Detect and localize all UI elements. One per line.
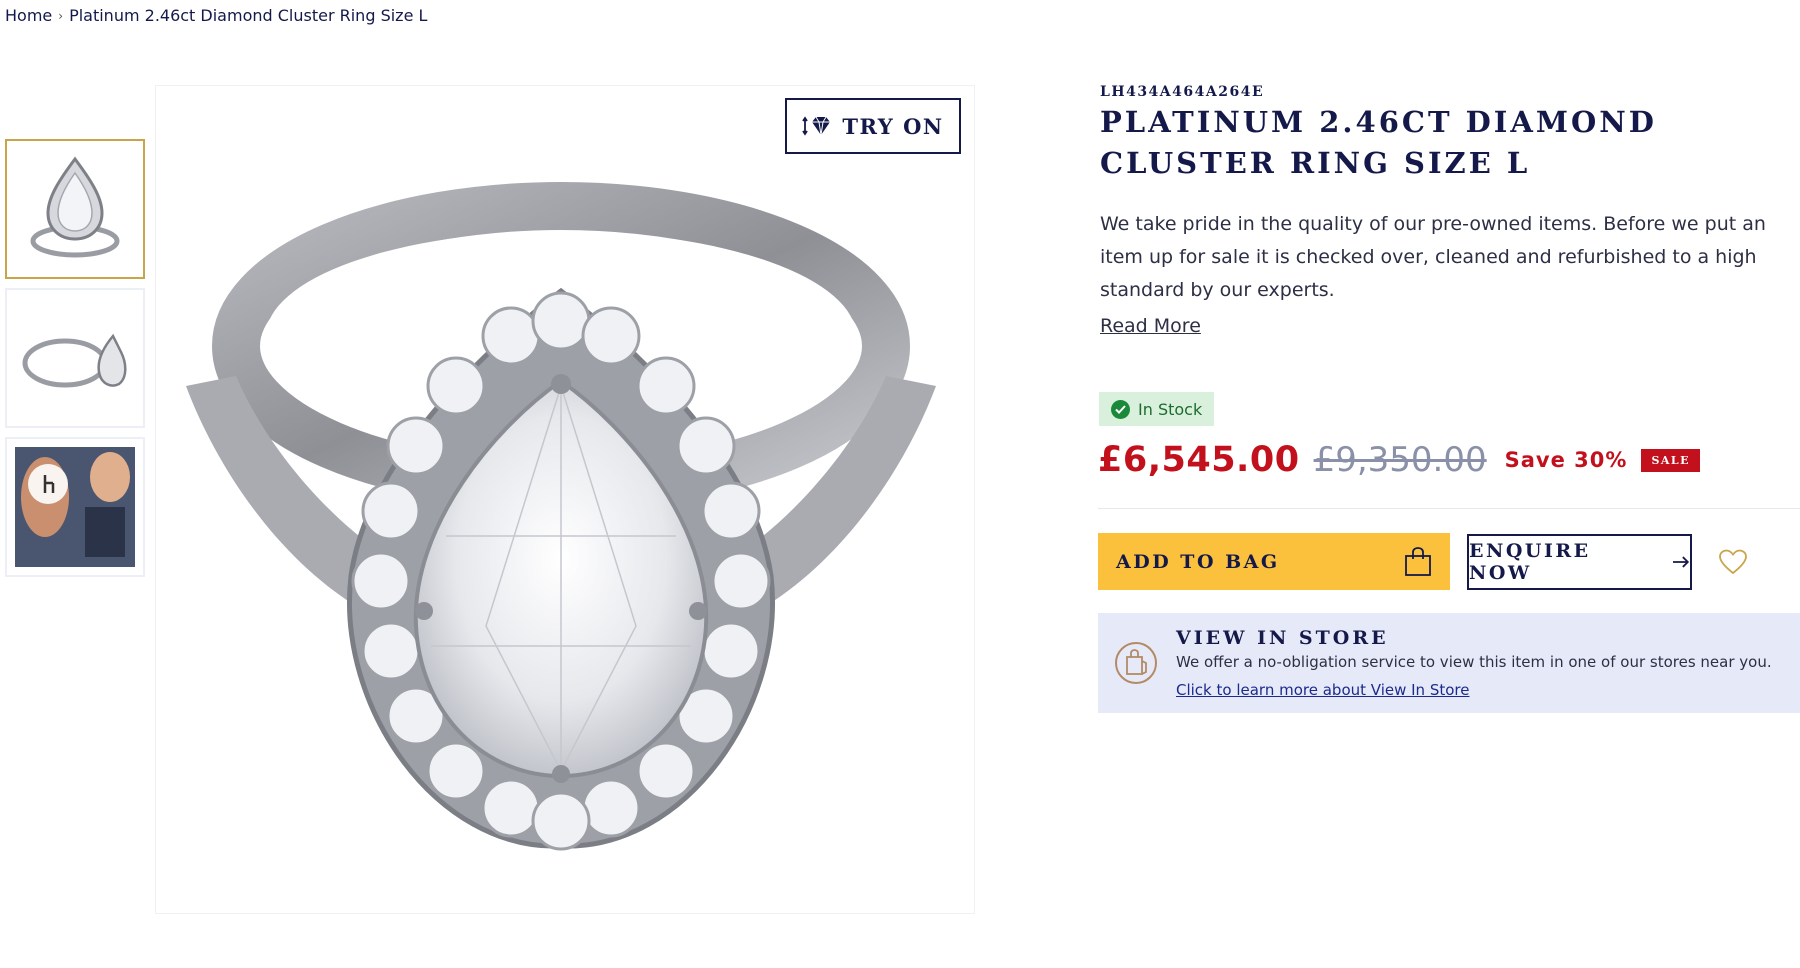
try-on-button[interactable]: TRY ON [785,98,961,154]
product-description: We take pride in the quality of our pre-… [1100,213,1766,301]
original-price: £9,350.00 [1313,440,1487,480]
savings-label: Save 30% [1504,448,1628,472]
stock-status-badge: In Stock [1099,392,1215,426]
thumbnail-ring-front[interactable] [5,139,145,279]
divider [1098,508,1800,509]
diamond-ring-image [186,182,936,851]
add-to-bag-label: ADD TO BAG [1116,550,1280,573]
breadcrumb-home-link[interactable]: Home [5,6,52,25]
chevron-right-icon: › [58,8,64,23]
product-title: PLATINUM 2.46CT DIAMOND CLUSTER RING SIZ… [1100,105,1657,180]
stock-status-label: In Stock [1138,399,1203,419]
view-in-store-heading: VIEW IN STORE [1176,627,1389,649]
view-in-store-link[interactable]: Click to learn more about View In Store [1176,681,1469,699]
thumbnail-ring-side[interactable] [5,288,145,428]
shopping-bag-icon [1405,546,1431,576]
wishlist-heart-icon[interactable] [1718,548,1748,576]
lifestyle-video-thumbnail-icon [15,447,135,567]
diamond-tryon-icon [802,116,831,136]
sale-badge: SALE [1641,448,1701,472]
read-more-link[interactable]: Read More [1100,315,1201,337]
store-bag-icon [1114,641,1158,689]
breadcrumb-current: Platinum 2.46ct Diamond Cluster Ring Siz… [69,6,428,25]
ring-front-thumbnail-icon [30,156,120,258]
product-info: LH434A464A264E PLATINUM 2.46CT DIAMOND C… [1100,84,1800,337]
current-price: £6,545.00 [1098,440,1300,480]
thumbnail-lifestyle-video[interactable] [5,437,145,577]
view-in-store-panel: VIEW IN STORE We offer a no-obligation s… [1098,613,1800,713]
thumbnail-list [5,139,145,586]
main-product-image[interactable] [155,85,975,914]
add-to-bag-button[interactable]: ADD TO BAG [1098,533,1450,590]
product-sku: LH434A464A264E [1100,84,1265,100]
try-on-label: TRY ON [842,113,944,139]
breadcrumb: Home › Platinum 2.46ct Diamond Cluster R… [5,6,427,25]
enquire-now-label: ENQUIRE NOW [1469,540,1591,584]
view-in-store-text: We offer a no-obligation service to view… [1176,653,1772,671]
ring-side-thumbnail-icon [22,333,127,388]
check-circle-icon [1111,399,1130,419]
arrow-right-icon [1673,556,1690,568]
price-row: £6,545.00 £9,350.00 Save 30% SALE [1098,440,1701,480]
enquire-now-button[interactable]: ENQUIRE NOW [1467,534,1692,590]
